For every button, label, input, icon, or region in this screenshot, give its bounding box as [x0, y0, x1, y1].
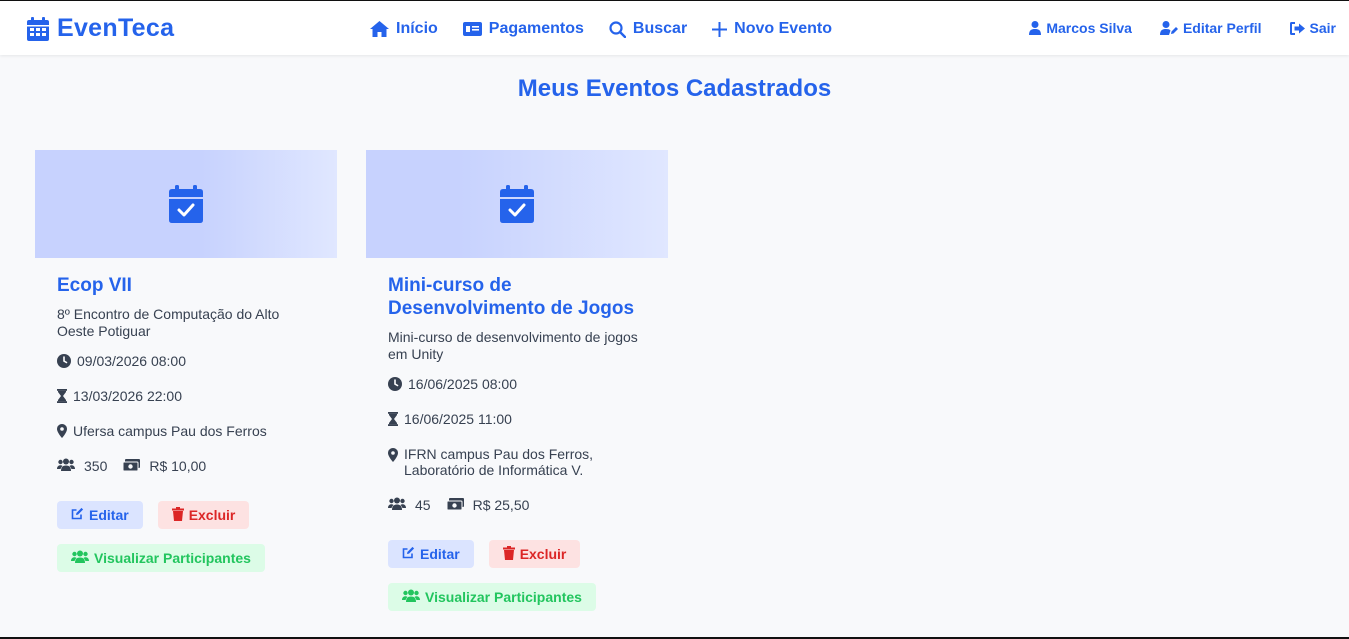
delete-button[interactable]: Excluir — [488, 540, 581, 568]
view-participants-button[interactable]: Visualizar Participantes — [388, 583, 596, 611]
view-participants-label: Visualizar Participantes — [425, 589, 582, 605]
nav-payments[interactable]: Pagamentos — [462, 20, 584, 38]
brand-link[interactable]: EvenTeca — [27, 14, 174, 43]
brand-name: EvenTeca — [57, 14, 175, 42]
edit-button[interactable]: Editar — [388, 540, 474, 568]
event-capacity: 45 — [388, 497, 431, 513]
nav-home-label: Início — [396, 20, 438, 37]
delete-button-label: Excluir — [188, 507, 236, 523]
user-nav: Marcos Silva Editar Perfil Sair — [1001, 20, 1336, 36]
event-title: Mini-curso de Desenvolvimento de Jogos — [388, 275, 635, 319]
calendar-check-icon — [169, 185, 203, 223]
edit-button[interactable]: Editar — [57, 501, 143, 529]
event-capacity-text: 350 — [84, 458, 108, 474]
nav-search[interactable]: Buscar — [609, 20, 687, 38]
plus-icon — [712, 21, 728, 37]
nav-logout[interactable]: Sair — [1289, 20, 1336, 36]
event-location: IFRN campus Pau dos Ferros, Laboratório … — [388, 446, 648, 478]
app-window: EvenTeca Início Pagamentos Buscar Novo E… — [0, 0, 1349, 639]
event-start: 16/06/2025 08:00 — [388, 376, 648, 392]
clock-icon — [388, 376, 402, 392]
users-icon — [71, 550, 89, 566]
event-body: Mini-curso de Desenvolvimento de Jogos M… — [388, 274, 648, 611]
trash-icon — [171, 506, 184, 524]
nav-user[interactable]: Marcos Silva — [1029, 20, 1132, 36]
magnifier-icon — [609, 20, 626, 38]
event-start: 09/03/2026 08:00 — [57, 353, 317, 369]
nav-payments-label: Pagamentos — [488, 20, 584, 37]
user-icon — [1029, 21, 1042, 35]
event-capacity: 350 — [57, 458, 107, 474]
map-pin-icon — [57, 423, 67, 439]
nav-new-event-label: Novo Evento — [734, 20, 832, 37]
hourglass-icon — [388, 411, 398, 427]
view-participants-label: Visualizar Participantes — [94, 550, 251, 566]
trash-icon — [502, 545, 515, 563]
event-end-text: 16/06/2025 11:00 — [404, 411, 512, 427]
event-end-text: 13/03/2026 22:00 — [73, 388, 182, 404]
nav-edit-profile-label: Editar Perfil — [1182, 20, 1262, 36]
delete-button-label: Excluir — [519, 546, 567, 562]
edit-icon — [402, 546, 415, 562]
house-icon — [370, 21, 389, 37]
delete-button[interactable]: Excluir — [157, 501, 250, 529]
event-meta: 45 R$ 25,50 — [388, 497, 648, 513]
user-pen-icon — [1159, 21, 1178, 35]
event-start-text: 16/06/2025 08:00 — [408, 376, 517, 392]
nav-logout-label: Sair — [1309, 20, 1336, 36]
event-start-text: 09/03/2026 08:00 — [77, 353, 186, 369]
users-icon — [388, 497, 406, 513]
money-bill-icon — [446, 497, 464, 513]
event-price: R$ 10,00 — [122, 458, 207, 474]
event-location: Ufersa campus Pau dos Ferros — [57, 423, 317, 439]
event-end: 13/03/2026 22:00 — [57, 388, 317, 404]
event-location-text: Ufersa campus Pau dos Ferros — [73, 423, 267, 439]
calendar-check-icon — [500, 185, 534, 223]
users-icon — [402, 589, 420, 605]
event-banner — [35, 150, 337, 258]
nav-user-label: Marcos Silva — [1046, 20, 1132, 36]
view-participants-button[interactable]: Visualizar Participantes — [57, 544, 265, 572]
event-actions: Editar Excluir — [388, 540, 648, 568]
calendar-icon — [27, 16, 49, 41]
nav-new-event[interactable]: Novo Evento — [712, 20, 832, 38]
event-description: Mini-curso de desenvolvimento de jogos e… — [388, 329, 638, 362]
event-price: R$ 25,50 — [446, 497, 530, 513]
event-actions: Editar Excluir — [57, 501, 317, 529]
event-price-text: R$ 25,50 — [472, 497, 530, 513]
event-meta: 350 R$ 10,00 — [57, 458, 317, 474]
nav-search-label: Buscar — [632, 20, 688, 37]
main-nav: Início Pagamentos Buscar Novo Evento — [370, 20, 857, 38]
edit-button-label: Editar — [420, 546, 460, 562]
money-bill-icon — [122, 458, 141, 474]
event-description: 8º Encontro de Computação do Alto Oeste … — [57, 306, 280, 339]
event-end: 16/06/2025 11:00 — [388, 411, 648, 427]
event-card: Mini-curso de Desenvolvimento de Jogos M… — [366, 150, 668, 639]
sign-out-icon — [1289, 21, 1305, 35]
event-card: Ecop VII 8º Encontro de Computação do Al… — [35, 150, 337, 639]
hourglass-icon — [57, 388, 67, 404]
event-banner — [366, 150, 668, 258]
page-title: Meus Eventos Cadastrados — [517, 75, 832, 102]
users-icon — [57, 458, 75, 474]
map-pin-icon — [388, 447, 398, 463]
nav-home[interactable]: Início — [370, 20, 438, 38]
event-capacity-text: 45 — [415, 497, 431, 513]
event-title: Ecop VII — [57, 275, 132, 296]
event-price-text: R$ 10,00 — [149, 458, 207, 474]
event-body: Ecop VII 8º Encontro de Computação do Al… — [57, 274, 317, 572]
event-location-text: IFRN campus Pau dos Ferros, Laboratório … — [404, 446, 594, 478]
money-card-icon — [462, 22, 482, 36]
edit-button-label: Editar — [89, 507, 129, 523]
clock-icon — [57, 353, 71, 369]
nav-edit-profile[interactable]: Editar Perfil — [1159, 20, 1262, 36]
edit-icon — [71, 507, 84, 523]
navbar: EvenTeca Início Pagamentos Buscar Novo E… — [0, 1, 1349, 55]
